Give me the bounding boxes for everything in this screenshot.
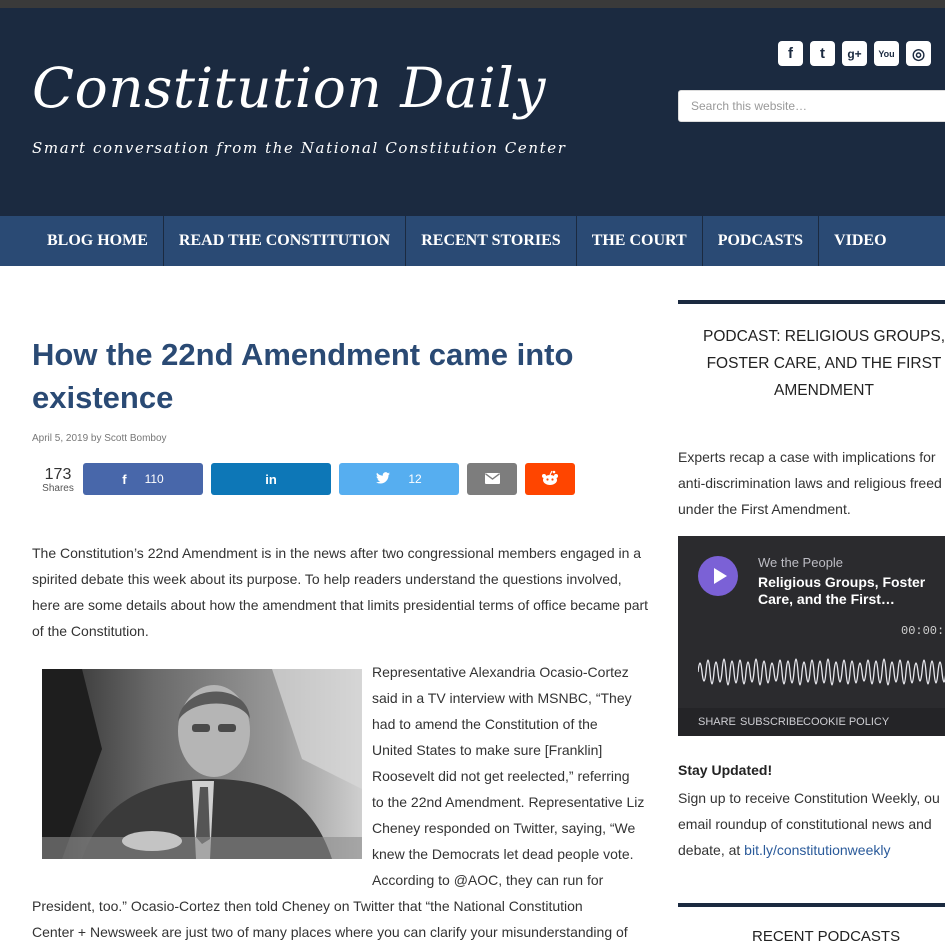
nav-item-the-court[interactable]: THE COURT — [577, 216, 703, 266]
google-plus-icon[interactable]: g+ — [842, 41, 867, 66]
player-share-link[interactable]: SHARE — [698, 716, 736, 728]
nav-item-recent-stories[interactable]: RECENT STORIES — [406, 216, 577, 266]
podcast-player: We the People Religious Groups, Foster C… — [678, 536, 945, 736]
linkedin-icon: in — [265, 471, 277, 487]
podcast-show-name: We the People — [758, 555, 844, 570]
stay-updated-heading: Stay Updated! — [678, 762, 773, 778]
facebook-share-button[interactable]: f 110 — [83, 463, 203, 495]
sidebar-divider — [678, 903, 945, 907]
share-count: 173 Shares — [36, 466, 80, 494]
share-count-number: 173 — [44, 466, 72, 483]
podcast-timestamp: 00:00:00 — [901, 624, 945, 638]
stay-updated-line: email roundup of constitutional news and — [678, 816, 932, 832]
nav-item-blog-home[interactable]: BLOG HOME — [0, 216, 164, 266]
post-title: How the 22nd Amendment came into existen… — [32, 337, 574, 415]
site-title[interactable]: Constitution Daily — [32, 56, 546, 120]
article-line: Center + Newsweek are just two of many p… — [32, 924, 628, 940]
twitter-icon[interactable]: t — [810, 41, 835, 66]
fdr-photo — [42, 669, 362, 859]
site-header: Constitution Daily Smart conversation fr… — [0, 8, 945, 216]
twitter-icon — [376, 471, 391, 487]
stay-updated-line: debate, at bit.ly/constitutionweekly — [678, 837, 890, 863]
article-line: Cheney responded on Twitter, saying, “We — [372, 820, 636, 836]
article-line: said in a TV interview with MSNBC, “They — [372, 690, 632, 706]
sidebar-divider — [678, 300, 945, 304]
article-line: United States to make sure [Franklin] — [372, 742, 603, 758]
podcast-heading[interactable]: PODCAST: RELIGIOUS GROUPS, FOSTER CARE, … — [688, 323, 945, 404]
youtube-icon[interactable]: You — [874, 41, 899, 66]
email-icon — [484, 472, 500, 487]
main-nav: BLOG HOME READ THE CONSTITUTION RECENT S… — [0, 216, 945, 266]
instagram-icon[interactable]: ◎ — [906, 41, 931, 66]
article-line: Roosevelt did not get reelected,” referr… — [372, 768, 630, 784]
share-count-label: Shares — [42, 483, 74, 494]
article-line: knew the Democrats let dead people vote. — [372, 846, 634, 862]
podcast-waveform[interactable] — [698, 642, 945, 702]
article-line: had to amend the Constitution of the — [372, 716, 598, 732]
nav-item-read-the-constitution[interactable]: READ THE CONSTITUTION — [164, 216, 407, 266]
facebook-icon[interactable]: f — [778, 41, 803, 66]
podcast-episode-title[interactable]: Religious Groups, Foster Care, and the F… — [758, 574, 945, 608]
stay-updated-prefix: debate, at — [678, 842, 745, 858]
facebook-share-count: 110 — [144, 472, 164, 486]
play-icon[interactable] — [698, 556, 738, 596]
social-links: f t g+ You ◎ — [778, 41, 931, 67]
constitution-weekly-link[interactable]: bit.ly/constitutionweekly — [744, 842, 890, 858]
linkedin-share-button[interactable]: in — [211, 463, 331, 495]
podcast-description-line: under the First Amendment. — [678, 501, 851, 517]
nav-item-video[interactable]: VIDEO — [819, 216, 901, 266]
stay-updated-line: Sign up to receive Constitution Weekly, … — [678, 790, 940, 806]
post-meta: April 5, 2019 by Scott Bomboy — [32, 433, 167, 444]
email-share-button[interactable] — [467, 463, 517, 495]
recent-podcasts-heading: RECENT PODCASTS — [752, 928, 901, 945]
article-line: President, too.” Ocasio-Cortez then told… — [32, 898, 583, 914]
reddit-share-button[interactable] — [525, 463, 575, 495]
player-cookie-policy-link[interactable]: COOKIE POLICY — [803, 716, 889, 728]
search-input[interactable]: Search this website… — [678, 90, 945, 122]
article-paragraph: The Constitution’s 22nd Amendment is in … — [32, 545, 649, 639]
browser-top-strip — [0, 0, 945, 8]
podcast-description-line: anti-discrimination laws and religious f… — [678, 475, 942, 491]
podcast-description-line: Experts recap a case with implications f… — [678, 449, 936, 465]
article-line: to the 22nd Amendment. Representative Li… — [372, 794, 645, 810]
facebook-icon: f — [122, 471, 127, 487]
reddit-icon — [541, 470, 559, 489]
player-subscribe-link[interactable]: SUBSCRIBE — [740, 716, 804, 728]
twitter-share-button[interactable]: 12 — [339, 463, 459, 495]
article-line: According to @AOC, they can run for — [372, 872, 604, 888]
twitter-share-count: 12 — [408, 472, 422, 486]
nav-item-podcasts[interactable]: PODCASTS — [703, 216, 820, 266]
article-line: Representative Alexandria Ocasio-Cortez — [372, 664, 629, 680]
site-tagline: Smart conversation from the National Con… — [32, 139, 567, 157]
